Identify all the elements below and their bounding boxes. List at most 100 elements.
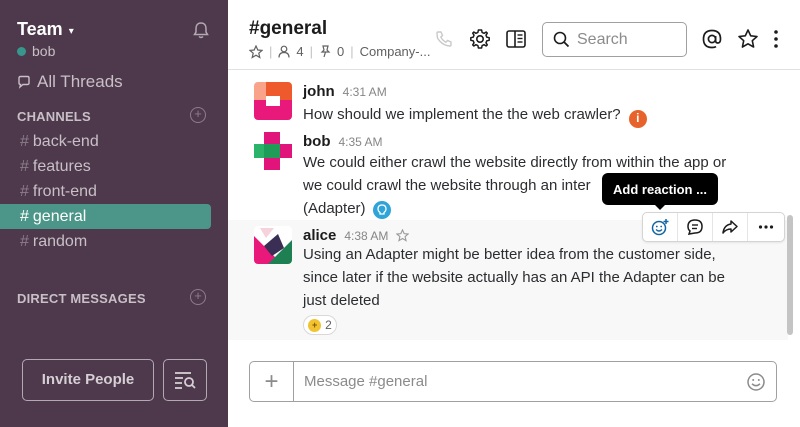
pinned-count[interactable]: 0 bbox=[337, 44, 344, 59]
start-thread-button[interactable] bbox=[678, 213, 713, 241]
add-direct-message-icon[interactable]: + bbox=[190, 289, 206, 305]
user-name: bob bbox=[32, 43, 56, 59]
current-user[interactable]: bob bbox=[17, 43, 55, 59]
avatar-pattern bbox=[254, 132, 292, 170]
star-icon[interactable] bbox=[249, 44, 263, 59]
bell-icon[interactable] bbox=[191, 20, 211, 40]
channel-topic[interactable]: Company-... bbox=[360, 44, 431, 59]
message-item[interactable]: john 4:31 AM How should we implement the… bbox=[228, 78, 788, 130]
avatar[interactable] bbox=[254, 226, 292, 264]
message-timestamp[interactable]: 4:35 AM bbox=[339, 135, 383, 149]
message-line: Using an Adapter might be better idea fr… bbox=[303, 246, 716, 263]
hash-icon: # bbox=[20, 133, 29, 150]
message-header: john 4:31 AM bbox=[303, 83, 387, 100]
message-list: john 4:31 AM How should we implement the… bbox=[228, 70, 800, 345]
add-emoji-icon bbox=[651, 219, 669, 236]
pin-icon[interactable] bbox=[319, 45, 331, 58]
reaction-count: 2 bbox=[325, 318, 332, 332]
at-icon[interactable] bbox=[701, 28, 723, 50]
message-timestamp[interactable]: 4:38 AM bbox=[344, 229, 388, 243]
channel-label: general bbox=[32, 208, 87, 225]
sidebar-channel-features[interactable]: # features bbox=[0, 154, 211, 179]
team-menu[interactable]: Team ▾ bbox=[17, 19, 74, 40]
search-placeholder: Search bbox=[577, 30, 628, 48]
phone-icon[interactable] bbox=[434, 29, 454, 49]
meta-divider: | bbox=[269, 44, 273, 59]
lightbulb-icon bbox=[372, 201, 391, 219]
direct-messages-section-title[interactable]: DIRECT MESSAGES bbox=[17, 291, 146, 306]
add-reaction-button[interactable] bbox=[643, 213, 678, 241]
tooltip: Add reaction ... bbox=[602, 173, 718, 205]
share-message-button[interactable] bbox=[713, 213, 748, 241]
channel-meta: | 4 | 0 | Company-... bbox=[249, 44, 430, 59]
channel-browser-button[interactable] bbox=[163, 359, 207, 401]
gear-icon[interactable] bbox=[469, 28, 491, 50]
channel-label: front-end bbox=[32, 183, 97, 200]
meta-divider: | bbox=[350, 44, 354, 59]
hash-icon: # bbox=[20, 183, 29, 200]
message-author[interactable]: john bbox=[303, 83, 335, 100]
message-author[interactable]: alice bbox=[303, 227, 336, 244]
message-line: We could either crawl the website direct… bbox=[303, 154, 727, 171]
message-input[interactable] bbox=[294, 362, 736, 401]
emoji-button[interactable] bbox=[736, 362, 776, 401]
message-author[interactable]: bob bbox=[303, 133, 331, 150]
channel-label: random bbox=[32, 233, 88, 250]
channel-label: features bbox=[32, 158, 91, 175]
list-search-icon bbox=[175, 372, 196, 389]
more-actions-button[interactable] bbox=[748, 213, 783, 241]
avatar[interactable] bbox=[254, 82, 292, 120]
message-actions-bar bbox=[642, 212, 785, 242]
sidebar-channel-random[interactable]: # random bbox=[0, 229, 211, 254]
sidebar: Team ▾ bob All Threads CHANNELS + # back-… bbox=[0, 0, 228, 427]
invite-people-button[interactable]: Invite People bbox=[22, 359, 154, 401]
message-line: just deleted bbox=[303, 292, 380, 309]
emoji-icon bbox=[747, 372, 765, 391]
user-icon[interactable] bbox=[278, 45, 290, 58]
channel-title[interactable]: #general bbox=[249, 18, 327, 40]
plus-icon[interactable]: + bbox=[250, 362, 294, 401]
threads-icon bbox=[18, 75, 30, 89]
hash-icon: # bbox=[20, 158, 29, 175]
more-vertical-icon[interactable] bbox=[769, 28, 783, 50]
comment-icon bbox=[687, 219, 703, 235]
hash-icon: # bbox=[20, 233, 29, 250]
scrollbar[interactable] bbox=[787, 215, 793, 335]
message-text: How should we implement the the web craw… bbox=[303, 103, 758, 128]
reaction-badge[interactable]: + 2 bbox=[303, 315, 337, 335]
sidebar-channel-front-end[interactable]: # front-end bbox=[0, 179, 211, 204]
avatar-pattern bbox=[254, 226, 292, 264]
sidebar-channel-general[interactable]: # general bbox=[0, 204, 211, 229]
message-header: bob 4:35 AM bbox=[303, 133, 383, 150]
more-horizontal-icon bbox=[758, 225, 773, 229]
chevron-down-icon: ▾ bbox=[68, 25, 74, 37]
share-icon bbox=[722, 220, 738, 234]
message-composer: + bbox=[249, 361, 777, 402]
star-icon[interactable] bbox=[737, 28, 759, 50]
info-icon: i bbox=[628, 109, 647, 128]
sidebar-toggle-icon[interactable] bbox=[505, 28, 527, 50]
reaction-emoji-icon: + bbox=[308, 318, 322, 332]
meta-divider: | bbox=[309, 44, 314, 59]
message-timestamp[interactable]: 4:31 AM bbox=[343, 85, 387, 99]
message-line: since later if the website actually has … bbox=[303, 269, 725, 286]
all-threads-link[interactable]: All Threads bbox=[17, 72, 123, 92]
member-count[interactable]: 4 bbox=[296, 44, 303, 59]
online-status-dot bbox=[17, 46, 26, 56]
team-name: Team bbox=[17, 19, 63, 39]
avatar-pattern bbox=[254, 82, 292, 120]
channels-section-title[interactable]: CHANNELS bbox=[17, 109, 91, 124]
channel-label: back-end bbox=[32, 133, 99, 150]
sidebar-channel-back-end[interactable]: # back-end bbox=[0, 129, 211, 154]
message-line: (Adapter) bbox=[303, 200, 366, 217]
message-text: Using an Adapter might be better idea fr… bbox=[303, 243, 758, 312]
message-body: How should we implement the the web craw… bbox=[303, 106, 621, 123]
add-channel-icon[interactable]: + bbox=[190, 107, 206, 123]
search-icon bbox=[553, 31, 570, 48]
search-input[interactable]: Search bbox=[542, 22, 687, 57]
avatar[interactable] bbox=[254, 132, 292, 170]
all-threads-label: All Threads bbox=[37, 72, 123, 91]
channel-header: #general | 4 | 0 | Company-... Search bbox=[228, 0, 800, 70]
message-header: alice 4:38 AM bbox=[303, 227, 410, 244]
star-icon[interactable] bbox=[396, 229, 410, 242]
